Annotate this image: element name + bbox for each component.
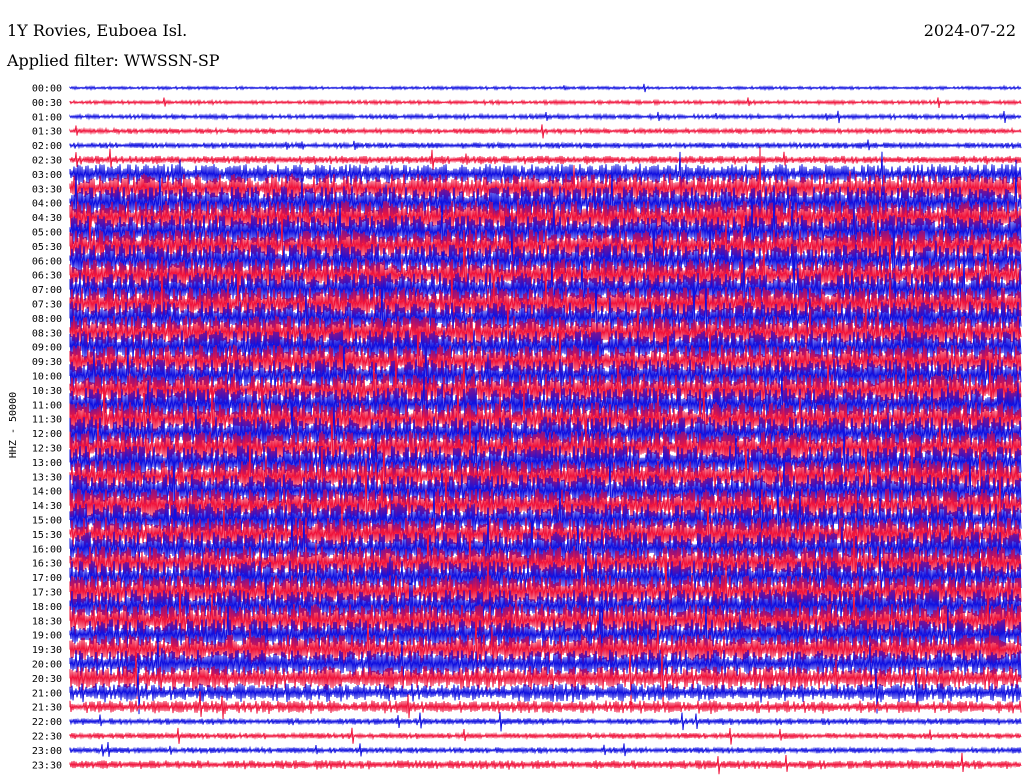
time-tick-label: 18:30 xyxy=(32,616,62,627)
time-tick-label: 16:30 xyxy=(32,559,62,570)
time-tick-label: 04:00 xyxy=(32,199,62,210)
time-tick-label: 19:00 xyxy=(32,631,62,642)
time-tick-label: 04:30 xyxy=(32,213,62,224)
time-tick-label: 05:30 xyxy=(32,242,62,253)
time-tick-label: 22:00 xyxy=(32,717,62,728)
time-tick-label: 23:00 xyxy=(32,746,62,757)
time-tick-label: 11:00 xyxy=(32,400,62,411)
time-tick-label: 15:00 xyxy=(32,516,62,527)
helicorder-chart: 00:00 00:30 01:00 01:30 02:00 02:30 03:00 03:30… xyxy=(0,0,1024,780)
time-tick-label: 01:30 xyxy=(32,127,62,138)
time-tick-label: 10:00 xyxy=(32,372,62,383)
time-tick-label: 13:30 xyxy=(32,472,62,483)
time-tick-label: 11:30 xyxy=(32,415,62,426)
date-label: 2024-07-22 xyxy=(924,21,1016,40)
time-tick-label: 07:30 xyxy=(32,300,62,311)
time-tick-label: 17:30 xyxy=(32,588,62,599)
time-tick-label: 17:00 xyxy=(32,573,62,584)
time-tick-label: 18:00 xyxy=(32,602,62,613)
time-tick-label: 01:00 xyxy=(32,112,62,123)
time-tick-label: 00:00 xyxy=(32,84,62,95)
filter-subtitle: Applied filter: WWSSN-SP xyxy=(6,51,220,70)
time-tick-label: 15:30 xyxy=(32,530,62,541)
time-tick-label: 10:30 xyxy=(32,386,62,397)
time-tick-label: 21:00 xyxy=(32,688,62,699)
time-tick-label: 03:30 xyxy=(32,184,62,195)
time-tick-label: 12:30 xyxy=(32,444,62,455)
time-tick-label: 20:00 xyxy=(32,660,62,671)
time-tick-label: 03:00 xyxy=(32,170,62,181)
time-tick-label: 12:00 xyxy=(32,429,62,440)
time-tick-label: 05:00 xyxy=(32,228,62,239)
channel-axis-label: HHZ - 50000 xyxy=(8,392,19,458)
time-tick-label: 19:30 xyxy=(32,645,62,656)
time-tick-label: 02:30 xyxy=(32,156,62,167)
time-tick-label: 07:00 xyxy=(32,285,62,296)
time-tick-label: 22:30 xyxy=(32,732,62,743)
time-tick-label: 21:30 xyxy=(32,703,62,714)
time-tick-label: 06:30 xyxy=(32,271,62,282)
time-tick-label: 00:30 xyxy=(32,98,62,109)
time-tick-label: 23:30 xyxy=(32,760,62,771)
time-tick-label: 09:00 xyxy=(32,343,62,354)
time-tick-label: 09:30 xyxy=(32,357,62,368)
time-tick-label: 06:00 xyxy=(32,256,62,267)
time-tick-label: 13:00 xyxy=(32,458,62,469)
time-tick-label: 16:00 xyxy=(32,544,62,555)
time-tick-label: 08:00 xyxy=(32,314,62,325)
station-title: 1Y Rovies, Euboea Isl. xyxy=(7,21,187,40)
time-tick-label: 14:30 xyxy=(32,501,62,512)
time-tick-label: 02:00 xyxy=(32,141,62,152)
time-tick-label: 14:00 xyxy=(32,487,62,498)
time-tick-label: 08:30 xyxy=(32,328,62,339)
time-tick-label: 20:30 xyxy=(32,674,62,685)
